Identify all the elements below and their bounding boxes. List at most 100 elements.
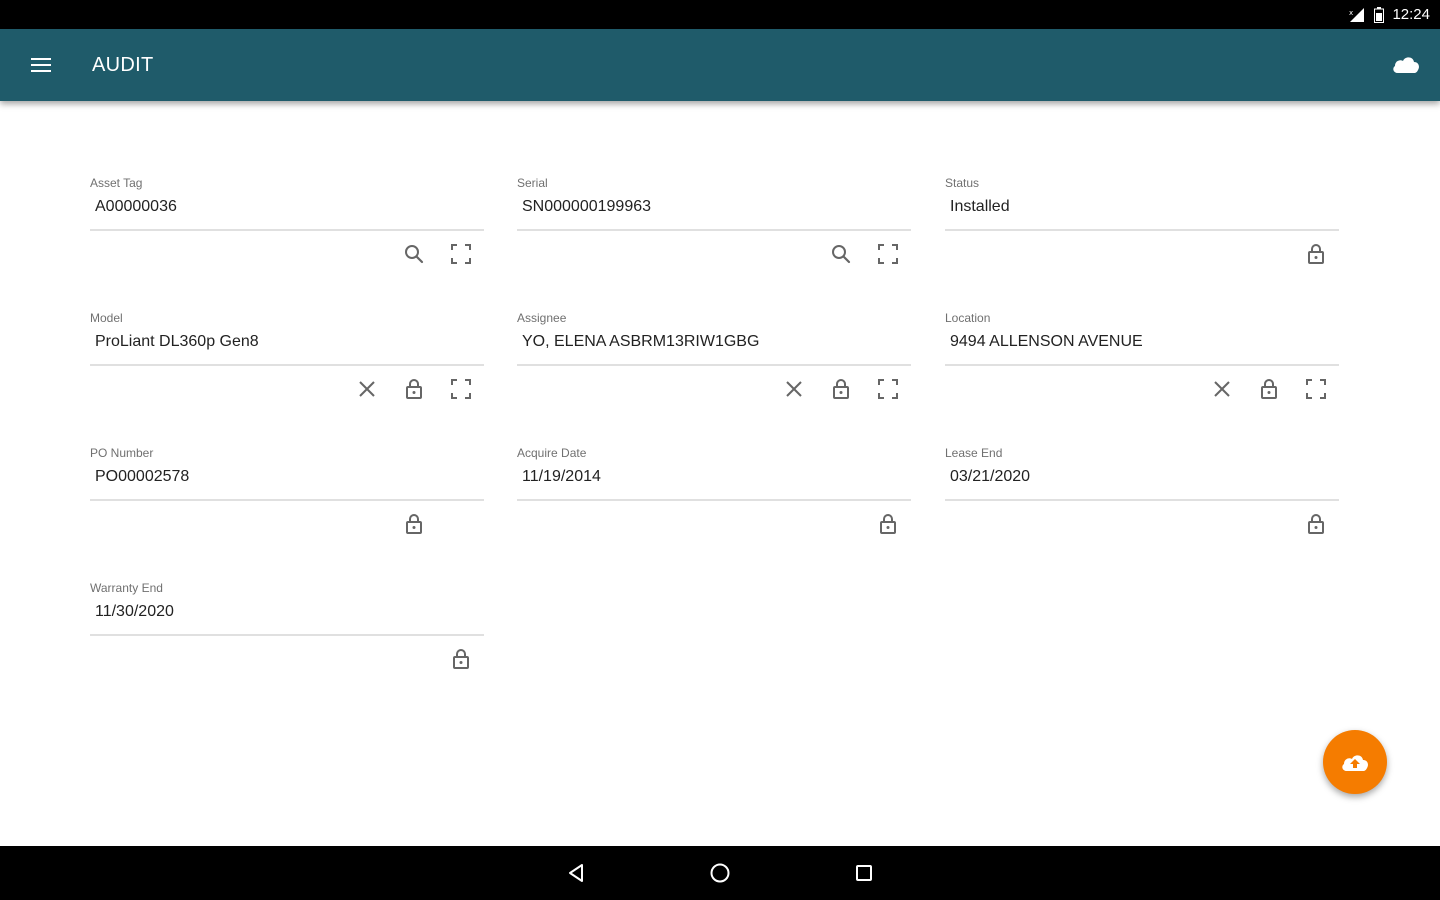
menu-button[interactable]: [20, 44, 62, 86]
assignee-scan-button[interactable]: [864, 373, 911, 405]
model-label: Model: [90, 311, 123, 325]
system-nav-bar: [0, 846, 1440, 900]
serial-search-button[interactable]: [817, 238, 864, 270]
search-icon: [831, 245, 850, 264]
warranty-end-lock-button[interactable]: [437, 643, 484, 675]
assignee-field: Assignee YO, ELENA ASBRM13RIW1GBG: [517, 311, 911, 407]
lock-icon: [832, 379, 849, 399]
lock-icon: [1260, 379, 1277, 399]
acquire-date-input[interactable]: 11/19/2014: [522, 468, 601, 486]
upload-fab[interactable]: [1323, 730, 1387, 794]
status-input[interactable]: Installed: [950, 198, 1010, 216]
svg-text:x: x: [1349, 9, 1353, 17]
scan-icon: [450, 244, 471, 264]
lock-icon: [1307, 514, 1324, 534]
status-field: Status Installed: [945, 176, 1339, 272]
acquire-date-label: Acquire Date: [517, 446, 587, 460]
serial-label: Serial: [517, 176, 548, 190]
home-button[interactable]: [696, 849, 744, 897]
assignee-input[interactable]: YO, ELENA ASBRM13RIW1GBG: [522, 333, 759, 351]
po-number-actions: [390, 508, 437, 540]
close-icon: [785, 381, 802, 397]
status-label: Status: [945, 176, 980, 190]
menu-icon: [31, 58, 51, 72]
warranty-end-actions: [437, 643, 484, 675]
warranty-end-underline: [90, 634, 484, 636]
model-underline: [90, 364, 484, 366]
warranty-end-field: Warranty End 11/30/2020: [90, 581, 484, 677]
asset-tag-scan-button[interactable]: [437, 238, 484, 270]
location-actions: [1198, 373, 1339, 405]
model-actions: [343, 373, 484, 405]
acquire-date-underline: [517, 499, 911, 501]
home-icon: [710, 863, 730, 883]
sync-button[interactable]: [1390, 51, 1422, 79]
location-input[interactable]: 9494 ALLENSON AVENUE: [950, 333, 1143, 351]
asset-tag-field: Asset Tag A00000036: [90, 176, 484, 272]
asset-tag-search-button[interactable]: [390, 238, 437, 270]
po-number-underline: [90, 499, 484, 501]
acquire-date-actions: [864, 508, 911, 540]
po-number-label: PO Number: [90, 446, 154, 460]
scan-icon: [877, 244, 898, 264]
close-icon: [1213, 381, 1230, 397]
back-button[interactable]: [552, 849, 600, 897]
cloud-icon: [1393, 57, 1419, 73]
page-title: AUDIT: [92, 53, 154, 76]
search-icon: [404, 245, 423, 264]
location-field: Location 9494 ALLENSON AVENUE: [945, 311, 1339, 407]
lease-end-input[interactable]: 03/21/2020: [950, 468, 1030, 486]
audit-form: Asset Tag A00000036 Serial SN000000199963 St…: [0, 101, 1440, 846]
location-label: Location: [945, 311, 991, 325]
lock-icon: [452, 649, 469, 669]
location-close-button[interactable]: [1198, 373, 1245, 405]
asset-tag-input[interactable]: A00000036: [95, 198, 177, 216]
scan-icon: [450, 379, 471, 399]
po-number-input[interactable]: PO00002578: [95, 468, 189, 486]
acquire-date-lock-button[interactable]: [864, 508, 911, 540]
lock-icon: [405, 379, 422, 399]
scan-icon: [877, 379, 898, 399]
model-input[interactable]: ProLiant DL360p Gen8: [95, 333, 259, 351]
lease-end-actions: [1292, 508, 1339, 540]
serial-input[interactable]: SN000000199963: [522, 198, 651, 216]
model-lock-button[interactable]: [390, 373, 437, 405]
app-bar: AUDIT: [0, 29, 1440, 101]
po-number-lock-button[interactable]: [390, 508, 437, 540]
close-icon: [358, 381, 375, 397]
recents-icon: [856, 865, 872, 881]
serial-scan-button[interactable]: [864, 238, 911, 270]
recents-button[interactable]: [840, 849, 888, 897]
lock-icon: [405, 514, 422, 534]
battery-icon: [1374, 6, 1385, 23]
lease-end-underline: [945, 499, 1339, 501]
status-bar: x 12:24: [0, 0, 1440, 29]
lease-end-label: Lease End: [945, 446, 1003, 460]
lock-icon: [879, 514, 896, 534]
lease-end-field: Lease End 03/21/2020: [945, 446, 1339, 542]
serial-underline: [517, 229, 911, 231]
back-icon: [569, 864, 583, 882]
status-actions: [1292, 238, 1339, 270]
assignee-lock-button[interactable]: [817, 373, 864, 405]
model-scan-button[interactable]: [437, 373, 484, 405]
status-time: 12:24: [1392, 6, 1430, 23]
assignee-actions: [770, 373, 911, 405]
warranty-end-input[interactable]: 11/30/2020: [95, 603, 174, 621]
status-underline: [945, 229, 1339, 231]
location-scan-button[interactable]: [1292, 373, 1339, 405]
status-lock-button[interactable]: [1292, 238, 1339, 270]
cloud-upload-icon: [1342, 755, 1368, 771]
assignee-close-button[interactable]: [770, 373, 817, 405]
assignee-label: Assignee: [517, 311, 567, 325]
acquire-date-field: Acquire Date 11/19/2014: [517, 446, 911, 542]
po-number-field: PO Number PO00002578: [90, 446, 484, 542]
warranty-end-label: Warranty End: [90, 581, 163, 595]
asset-tag-actions: [390, 238, 484, 270]
model-close-button[interactable]: [343, 373, 390, 405]
asset-tag-underline: [90, 229, 484, 231]
location-lock-button[interactable]: [1245, 373, 1292, 405]
scan-icon: [1305, 379, 1326, 399]
lease-end-lock-button[interactable]: [1292, 508, 1339, 540]
signal-icon: x: [1348, 7, 1366, 23]
